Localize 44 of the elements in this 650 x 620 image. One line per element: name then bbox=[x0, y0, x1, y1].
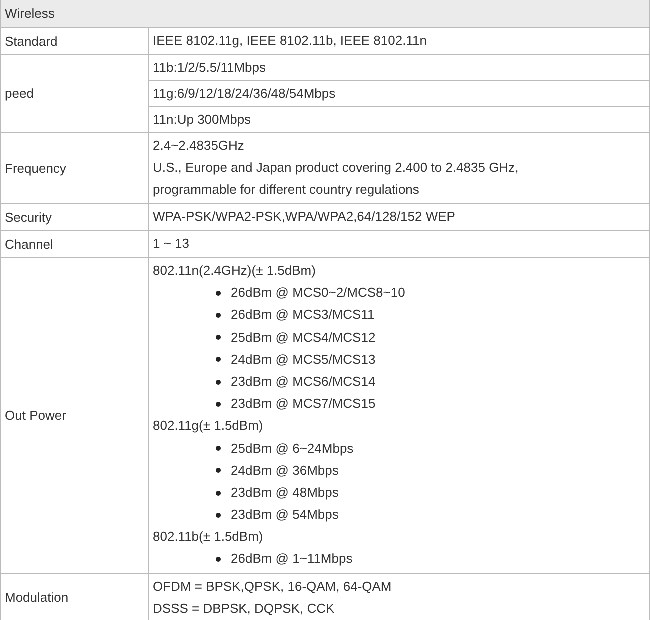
list-item: 23dBm @ 48Mbps bbox=[231, 484, 339, 502]
group-heading: 802.11n(2.4GHz)(± 1.5dBm) bbox=[153, 262, 317, 280]
list-item: 25dBm @ MCS4/MCS12 bbox=[231, 328, 376, 347]
row-label: Security bbox=[1, 204, 149, 230]
bullet-icon bbox=[216, 312, 221, 318]
list-item: 26dBm @ MCS3/MCS11 bbox=[231, 306, 375, 324]
table-cell-text: 11n:Up 300Mbps bbox=[152, 111, 252, 129]
row-label: Standard bbox=[1, 28, 149, 54]
bullet-icon bbox=[216, 490, 221, 496]
bullet-icon bbox=[216, 446, 221, 452]
bullet-icon bbox=[216, 512, 221, 518]
row-label: Modulation bbox=[1, 574, 149, 620]
list-item: 23dBm @ MCS7/MCS15 bbox=[231, 395, 376, 414]
group-heading: 802.11g(± 1.5dBm) bbox=[153, 417, 264, 436]
row-label: peed bbox=[1, 55, 149, 132]
table-cell: 11g:6/9/12/18/24/36/48/54Mbps bbox=[149, 81, 649, 107]
cell-text: WPA-PSK/WPA2-PSK,WPA/WPA2,64/128/152 WEP bbox=[153, 208, 456, 226]
cell-text: 2.4~2.4835GHz bbox=[153, 137, 246, 155]
bullet-icon bbox=[216, 402, 221, 407]
cell-text: IEEE 8102.11g, IEEE 8102.11b, IEEE 8102.11n bbox=[153, 32, 428, 50]
bullet-icon bbox=[216, 335, 221, 340]
bullet-icon bbox=[216, 557, 221, 562]
list-item: 24dBm @ MCS5/MCS13 bbox=[231, 350, 376, 369]
cell-text: DSSS = DBPSK, DQPSK, CCK bbox=[153, 600, 336, 618]
cell-text: 1 ~ 13 bbox=[153, 235, 191, 253]
section-header: Wireless bbox=[1, 0, 649, 28]
row-label: Out Power bbox=[1, 258, 149, 573]
bullet-icon bbox=[216, 380, 221, 385]
cell-text: U.S., Europe and Japan product covering 2.400 to 2.4835 GHz, bbox=[153, 159, 520, 177]
row-label: Frequency bbox=[1, 133, 149, 203]
row-label: Channel bbox=[1, 231, 149, 257]
list-item: 24dBm @ 36Mbps bbox=[231, 462, 339, 480]
table-cell: 11b:1/2/5.5/11Mbps bbox=[149, 55, 649, 81]
bullet-icon bbox=[216, 290, 221, 296]
list-item: 23dBm @ 54Mbps bbox=[231, 506, 339, 524]
bullet-icon bbox=[216, 468, 221, 474]
cell-text: programmable for different country regulations bbox=[153, 181, 420, 199]
bullet-icon bbox=[216, 357, 221, 362]
list-item: 23dBm @ MCS6/MCS14 bbox=[231, 372, 376, 391]
list-item: 25dBm @ 6~24Mbps bbox=[231, 440, 354, 458]
cell-text: OFDM = BPSK,QPSK, 16-QAM, 64-QAM bbox=[153, 578, 393, 596]
list-item: 26dBm @ 1~11Mbps bbox=[231, 550, 353, 568]
list-item: 26dBm @ MCS0~2/MCS8~10 bbox=[231, 284, 406, 302]
group-heading: 802.11b(± 1.5dBm) bbox=[153, 528, 264, 546]
